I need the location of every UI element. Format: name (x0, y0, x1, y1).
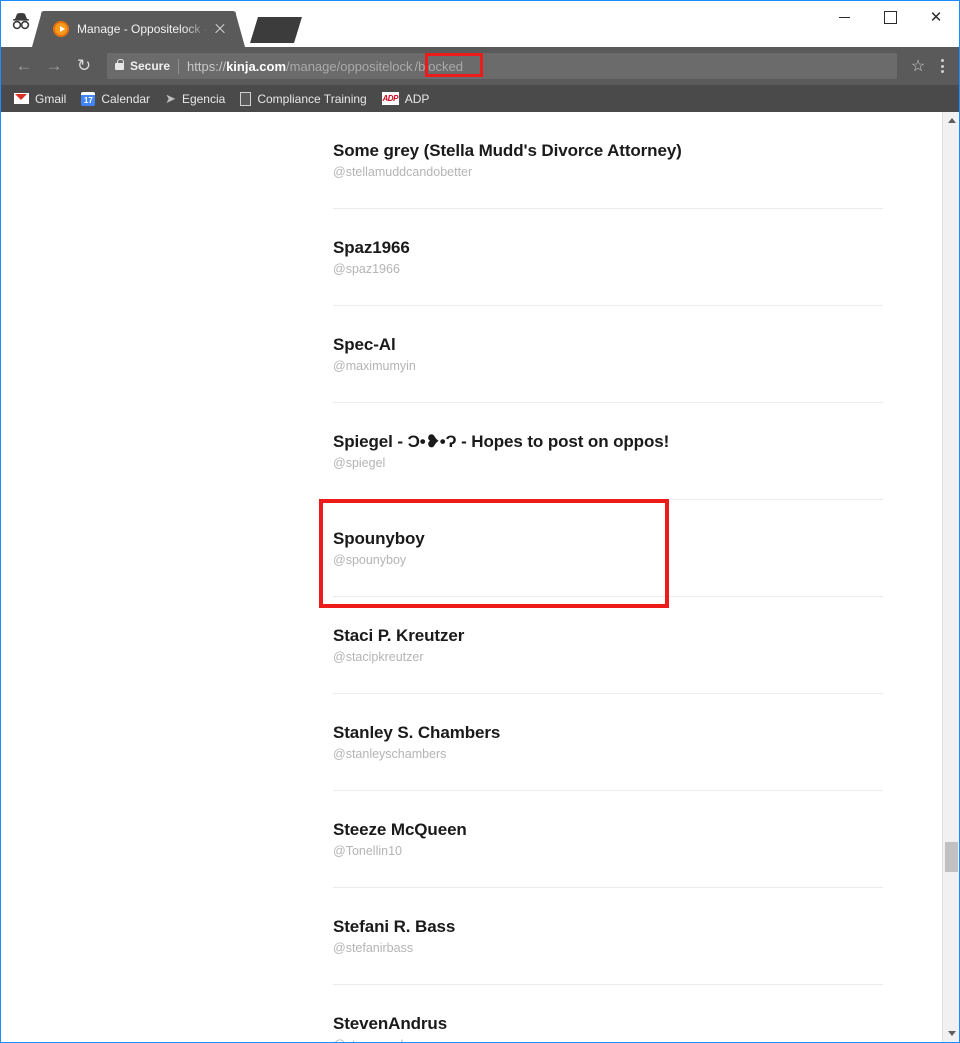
list-item[interactable]: Spaz1966 @spaz1966 (333, 209, 883, 306)
user-display-name: Steeze McQueen (333, 819, 467, 839)
new-tab-button[interactable] (249, 17, 302, 43)
security-label: Secure (130, 59, 171, 73)
user-handle: @stanleyschambers (333, 746, 447, 761)
minimize-button[interactable] (821, 1, 867, 33)
bookmark-label: Egencia (181, 91, 226, 106)
lock-icon (115, 58, 124, 70)
list-item[interactable]: Staci P. Kreutzer @stacipkreutzer (333, 597, 883, 694)
list-item[interactable]: Steeze McQueen @Tonellin10 (333, 791, 883, 888)
chrome-menu-button[interactable] (933, 53, 951, 79)
user-handle: @stellamuddcandobetter (333, 164, 473, 179)
forward-button[interactable]: → (39, 51, 69, 81)
browser-window: Manage - Oppositelock - ✕ ← → ↻ Secure h… (0, 0, 960, 1043)
page-viewport: Some grey (Stella Mudd's Divorce Attorne… (1, 112, 959, 1042)
omnibox-divider (178, 58, 180, 74)
user-handle: @spaz1966 (333, 261, 400, 276)
bookmark-star-button[interactable]: ☆ (903, 51, 933, 81)
back-arrow-icon: ← (15, 56, 33, 75)
reload-icon: ↻ (76, 56, 92, 75)
adp-icon: ADP (381, 92, 399, 105)
bookmark-label: Compliance Training (257, 91, 367, 106)
forward-arrow-icon: → (45, 56, 63, 75)
scroll-up-arrow-icon[interactable] (943, 112, 959, 129)
url-text: https://kinja.com/manage/oppositelock/bl… (187, 59, 465, 74)
menu-dot-icon (940, 70, 944, 73)
bookmark-label: ADP (404, 91, 430, 106)
scroll-down-arrow-icon[interactable] (943, 1025, 959, 1042)
document-icon (240, 91, 252, 106)
browser-toolbar: ← → ↻ Secure https://kinja.com/manage/op… (1, 47, 959, 85)
user-handle: @Tonellin10 (333, 843, 402, 858)
incognito-hat-icon (12, 13, 30, 30)
page-scrollbar[interactable] (942, 112, 959, 1042)
menu-dot-icon (940, 59, 944, 62)
back-button[interactable]: ← (9, 51, 39, 81)
user-display-name: Spounyboy (333, 528, 425, 548)
gmail-icon (14, 93, 29, 104)
tab-close-icon[interactable] (212, 21, 228, 37)
bookmarks-bar: Gmail 17 Calendar ➤ Egencia Compliance T… (1, 85, 959, 112)
oppositelock-favicon (53, 21, 69, 37)
calendar-icon: 17 (81, 91, 96, 106)
url-host: kinja.com (226, 58, 287, 74)
bookmark-label: Calendar (101, 91, 151, 106)
list-item[interactable]: Spounyboy @spounyboy (333, 500, 883, 597)
egencia-icon: ➤ (165, 91, 176, 106)
user-handle: @spiegel (333, 455, 386, 470)
bookmark-label: Gmail (35, 91, 67, 106)
list-item[interactable]: Stefani R. Bass @stefanirbass (333, 888, 883, 985)
bookmark-calendar[interactable]: 17 Calendar (78, 88, 158, 110)
bookmark-adp[interactable]: ADP ADP (379, 88, 438, 110)
list-item[interactable]: Spec-Al @maximumyin (333, 306, 883, 403)
list-item[interactable]: StevenAndrus @stevenandrus (333, 985, 883, 1042)
user-display-name: Stanley S. Chambers (333, 722, 501, 742)
scrollbar-thumb[interactable] (945, 842, 958, 872)
user-display-name: StevenAndrus (333, 1014, 448, 1033)
bookmark-compliance-training[interactable]: Compliance Training (237, 88, 374, 110)
user-display-name: Stefani R. Bass (333, 916, 456, 936)
close-icon: ✕ (929, 8, 943, 26)
user-display-name: Spiegel - Ɔ•❥•Ɂ - Hopes to post on oppos… (333, 431, 670, 451)
maximize-button[interactable] (867, 1, 913, 33)
list-item[interactable]: Some grey (Stella Mudd's Divorce Attorne… (333, 112, 883, 209)
list-item[interactable]: Stanley S. Chambers @stanleyschambers (333, 694, 883, 791)
blocked-users-list: Some grey (Stella Mudd's Divorce Attorne… (333, 112, 883, 1042)
user-handle: @maximumyin (333, 358, 416, 373)
url-blocked-segment: /blocked (414, 58, 463, 74)
user-display-name: Some grey (Stella Mudd's Divorce Attorne… (333, 140, 682, 160)
bookmark-gmail[interactable]: Gmail (11, 88, 74, 110)
user-handle: @stefanirbass (333, 940, 414, 955)
bookmark-egencia[interactable]: ➤ Egencia (162, 88, 233, 110)
user-handle: @spounyboy (333, 552, 407, 567)
user-handle: @stacipkreutzer (333, 649, 424, 664)
user-display-name: Spec-Al (333, 334, 396, 354)
address-bar[interactable]: Secure https://kinja.com/manage/opposite… (107, 53, 897, 79)
tab-strip: Manage - Oppositelock - ✕ (1, 1, 959, 47)
reload-button[interactable]: ↻ (69, 51, 99, 81)
user-display-name: Staci P. Kreutzer (333, 625, 465, 645)
tab-title: Manage - Oppositelock - (77, 22, 208, 36)
url-path: /manage/oppositelock (286, 58, 413, 74)
user-display-name: Spaz1966 (333, 237, 410, 257)
star-icon: ☆ (910, 58, 926, 75)
user-handle: @stevenandrus (333, 1037, 883, 1042)
list-item-spiegel[interactable]: Spiegel - Ɔ•❥•Ɂ - Hopes to post on oppos… (333, 403, 883, 500)
window-controls: ✕ (821, 1, 959, 33)
page-content: Some grey (Stella Mudd's Divorce Attorne… (1, 112, 942, 1042)
browser-tab[interactable]: Manage - Oppositelock - (32, 11, 245, 47)
close-window-button[interactable]: ✕ (913, 1, 959, 33)
menu-dot-icon (940, 64, 944, 68)
url-scheme: https:// (187, 58, 227, 74)
